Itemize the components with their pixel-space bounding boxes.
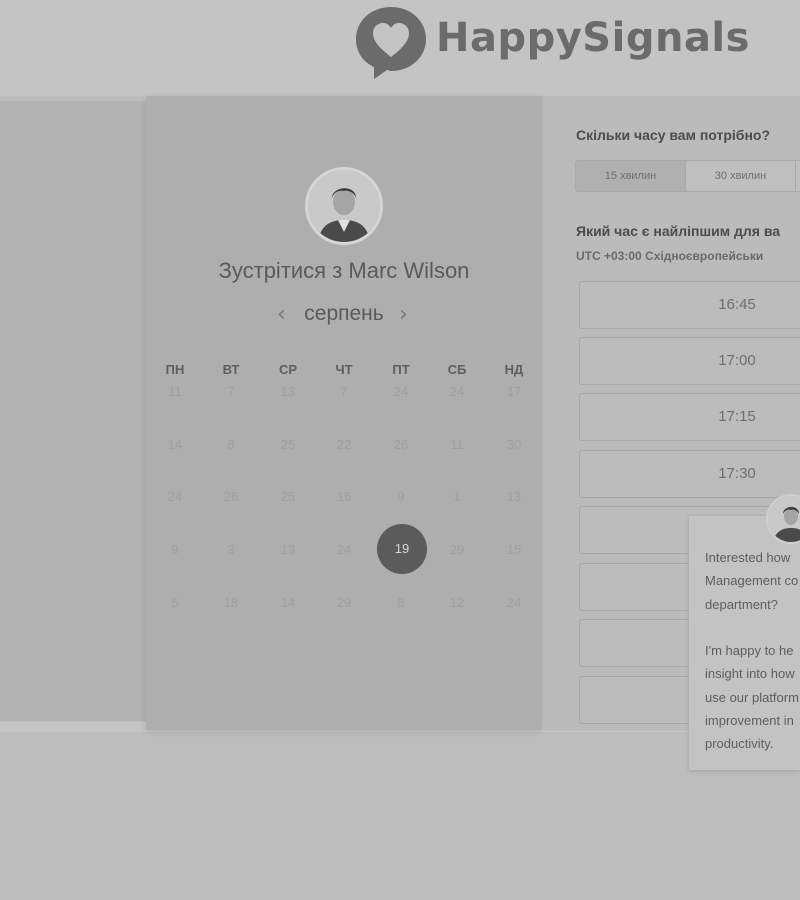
weekday-sun: НД xyxy=(504,362,524,377)
chat-message: Interested how Management co department?… xyxy=(705,550,799,752)
calendar-day[interactable]: 8 xyxy=(206,435,256,485)
calendar-day[interactable]: 13 xyxy=(263,382,313,432)
selected-day[interactable]: 19 xyxy=(377,524,427,574)
time-slot-label: 17:00 xyxy=(718,352,756,369)
calendar-day[interactable]: 11 xyxy=(150,382,200,432)
month-label: серпень xyxy=(304,302,384,325)
timezone-label: UTC +03:00 Східноєвропейськи xyxy=(576,249,764,263)
top-bar: HappySignals xyxy=(0,0,800,96)
calendar-day[interactable]: 24 xyxy=(150,487,200,537)
time-slot-label: 16:45 xyxy=(718,296,756,313)
calendar-day[interactable]: 16 xyxy=(319,487,369,537)
person-avatar-icon xyxy=(308,170,380,242)
weekday-header: ПН ВТ СР ЧТ ПТ СБ НД xyxy=(146,362,542,382)
heart-speech-bubble-icon xyxy=(356,7,426,79)
time-slot-label: 17:30 xyxy=(718,465,756,482)
brand-name: HappySignals xyxy=(436,15,750,61)
host-avatar xyxy=(305,167,383,245)
calendar-day[interactable]: 22 xyxy=(319,435,369,485)
calendar-day[interactable]: 18 xyxy=(206,593,256,643)
calendar-day[interactable]: 25 xyxy=(263,487,313,537)
calendar-day[interactable]: 14 xyxy=(150,435,200,485)
calendar-day[interactable]: 17 xyxy=(489,382,539,432)
chat-popup[interactable]: Interested how Management co department?… xyxy=(689,516,800,770)
weekday-fri: ПТ xyxy=(392,362,410,377)
calendar-day[interactable]: 1 xyxy=(432,487,482,537)
calendar-day[interactable]: 11 xyxy=(432,435,482,485)
time-question: Який час є найліпшим для ва xyxy=(576,223,781,239)
chevron-right-icon[interactable]: › xyxy=(399,302,408,327)
calendar-day[interactable]: 24 xyxy=(432,382,482,432)
calendar-day[interactable]: 13 xyxy=(263,540,313,590)
duration-30-min-tab[interactable]: 30 хвилин xyxy=(686,161,796,191)
time-slot-button[interactable]: 17:15 xyxy=(579,393,800,441)
duration-selector: 15 хвилин 30 хвилин xyxy=(575,160,800,192)
calendar-day[interactable]: 26 xyxy=(206,487,256,537)
calendar-day[interactable]: 7 xyxy=(319,382,369,432)
calendar-day[interactable]: 13 xyxy=(489,487,539,537)
time-slot-button[interactable]: 16:45 xyxy=(579,281,800,329)
time-slot-label: 17:15 xyxy=(718,408,756,425)
calendar-day[interactable]: 30 xyxy=(489,435,539,485)
weekday-wed: СР xyxy=(278,362,298,377)
calendar-day[interactable]: 25 xyxy=(263,435,313,485)
calendar-day[interactable]: 5 xyxy=(150,593,200,643)
calendar-day[interactable]: 8 xyxy=(376,593,426,643)
calendar-panel: Зустрітися з Marc Wilson ‹ серпень › ПН … xyxy=(146,96,542,730)
left-background-pane xyxy=(0,101,146,721)
meet-title: Зустрітися з Marc Wilson xyxy=(218,258,470,283)
calendar-day[interactable]: 24 xyxy=(376,382,426,432)
month-navigation: ‹ серпень › xyxy=(146,302,542,332)
calendar-day[interactable]: 29 xyxy=(319,593,369,643)
calendar-day[interactable]: 24 xyxy=(319,540,369,590)
time-slot-button[interactable]: 17:00 xyxy=(579,337,800,385)
calendar-day[interactable]: 24 xyxy=(489,593,539,643)
person-avatar-icon xyxy=(768,496,800,542)
calendar-day[interactable]: 9 xyxy=(150,540,200,590)
weekday-mon: ПН xyxy=(165,362,185,377)
chevron-left-icon[interactable]: ‹ xyxy=(277,302,286,327)
calendar-day[interactable]: 15 xyxy=(489,540,539,590)
calendar-day[interactable]: 14 xyxy=(263,593,313,643)
calendar-day[interactable]: 26 xyxy=(376,435,426,485)
duration-15-min-tab[interactable]: 15 хвилин xyxy=(576,161,686,191)
time-slot-button[interactable]: 17:30 xyxy=(579,450,800,498)
brand-logo[interactable]: HappySignals xyxy=(354,5,750,79)
weekday-sat: СБ xyxy=(447,362,467,377)
calendar-day[interactable]: 7 xyxy=(206,382,256,432)
duration-question: Скільки часу вам потрібно? xyxy=(576,127,771,143)
calendar-day[interactable]: 12 xyxy=(432,593,482,643)
calendar-day[interactable]: 3 xyxy=(206,540,256,590)
calendar-day[interactable]: 29 xyxy=(432,540,482,590)
weekday-thu: ЧТ xyxy=(335,362,353,377)
weekday-tue: ВТ xyxy=(222,362,240,377)
